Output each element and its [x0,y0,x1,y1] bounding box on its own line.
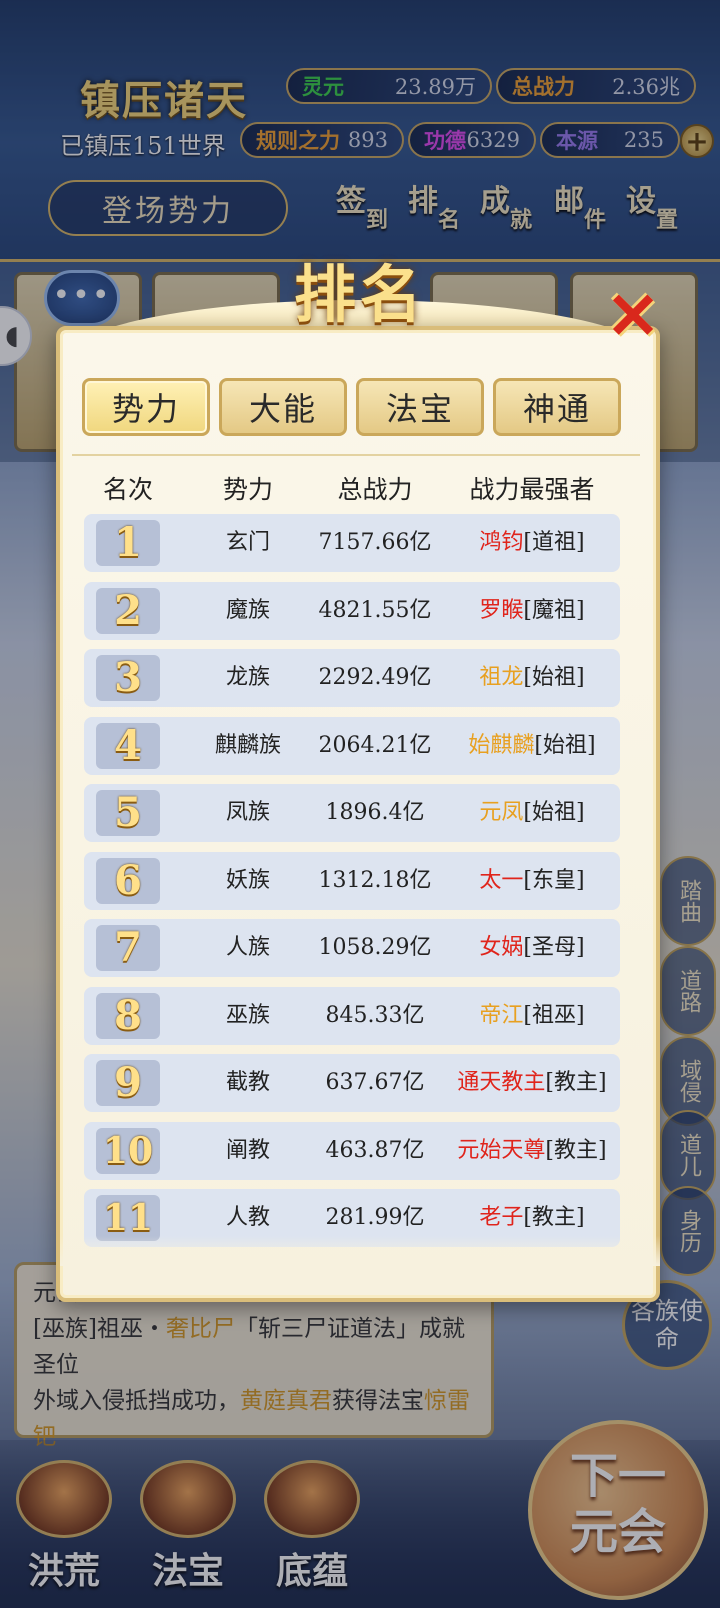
strongest-member: 帝江[祖巫] [444,987,620,1045]
faction-name: 龙族 [225,665,270,690]
rank-badge: 11 [96,1195,160,1241]
strongest-name: 女娲 [479,935,524,960]
ranking-row[interactable]: 1 玄门 7157.66亿 鸿钧[道祖] [84,514,620,572]
ranking-row[interactable]: 8 巫族 845.33亿 帝江[祖巫] [84,987,620,1045]
column-header-faction: 势力 [222,475,273,504]
strongest-title: [始祖] [523,800,585,825]
divider [72,454,640,456]
ranking-row[interactable]: 6 妖族 1312.18亿 太一[东皇] [84,852,620,910]
faction-name: 人族 [225,935,270,960]
strongest-name: 元始天尊 [457,1138,546,1163]
strongest-title: [东皇] [523,868,585,893]
rank-badge: 9 [96,1060,160,1106]
strongest-member: 通天教主[教主] [444,1054,620,1112]
total-power: 1058.29亿 [318,935,432,960]
strongest-title: [道祖] [523,530,585,555]
ranking-row[interactable]: 7 人族 1058.29亿 女娲[圣母] [84,919,620,977]
rank-badge: 10 [96,1128,160,1174]
rank-badge: 4 [96,723,160,769]
strongest-name: 始麒麟 [468,733,535,758]
strongest-member: 祖龙[始祖] [444,649,620,707]
faction-name: 妖族 [225,868,270,893]
faction-name: 魔族 [225,598,270,623]
rank-badge: 1 [96,520,160,566]
faction-name: 巫族 [225,1003,270,1028]
tab-divine-art[interactable]: 神通 [493,378,621,436]
total-power: 2292.49亿 [318,665,432,690]
faction-name: 玄门 [225,530,270,555]
rank-badge: 7 [96,925,160,971]
strongest-name: 罗睺 [479,598,524,623]
strongest-member: 元凤[始祖] [444,784,620,842]
strongest-member: 太一[东皇] [444,852,620,910]
rank-badge: 5 [96,790,160,836]
faction-name: 截教 [225,1070,270,1095]
total-power: 7157.66亿 [318,530,432,555]
faction-name: 麒麟族 [214,733,281,758]
ranking-row[interactable]: 3 龙族 2292.49亿 祖龙[始祖] [84,649,620,707]
strongest-member: 鸿钧[道祖] [444,514,620,572]
strongest-title: [圣母] [523,935,585,960]
strongest-member: 女娲[圣母] [444,919,620,977]
column-header-strongest: 战力最强者 [469,475,595,504]
strongest-title: [祖巫] [523,1003,585,1028]
rank-badge: 2 [96,588,160,634]
total-power: 4821.55亿 [318,598,432,623]
list-fade [60,1236,660,1266]
total-power: 1896.4亿 [325,800,425,825]
column-header-rank: 名次 [102,475,153,504]
rank-badge: 8 [96,993,160,1039]
ranking-row[interactable]: 2 魔族 4821.55亿 罗睺[魔祖] [84,582,620,640]
strongest-title: [始祖] [523,665,585,690]
strongest-name: 太一 [479,868,524,893]
strongest-name: 鸿钧 [479,530,524,555]
strongest-member: 元始天尊[教主] [444,1122,620,1180]
ranking-tabs: 势力 大能 法宝 神通 [82,378,622,438]
total-power: 845.33亿 [325,1003,425,1028]
close-x-icon[interactable]: ✕ [604,285,662,349]
strongest-name: 元凤 [479,800,524,825]
faction-name: 阐教 [225,1138,270,1163]
tab-faction[interactable]: 势力 [82,378,210,436]
total-power: 463.87亿 [325,1138,425,1163]
rank-badge: 3 [96,655,160,701]
ranking-row[interactable]: 5 凤族 1896.4亿 元凤[始祖] [84,784,620,842]
strongest-title: [始祖] [534,733,596,758]
strongest-title: [教主] [545,1138,607,1163]
strongest-title: [教主] [545,1070,607,1095]
strongest-member: 始麒麟[始祖] [444,717,620,775]
strongest-name: 帝江 [479,1003,524,1028]
ranking-row[interactable]: 4 麒麟族 2064.21亿 始麒麟[始祖] [84,717,620,775]
strongest-name: 老子 [479,1205,524,1230]
strongest-title: [魔祖] [523,598,585,623]
faction-name: 凤族 [225,800,270,825]
ranking-row[interactable]: 9 截教 637.67亿 通天教主[教主] [84,1054,620,1112]
strongest-name: 祖龙 [479,665,524,690]
total-power: 637.67亿 [325,1070,425,1095]
ranking-row[interactable]: 10 阐教 463.87亿 元始天尊[教主] [84,1122,620,1180]
strongest-title: [教主] [523,1205,585,1230]
column-header-power: 总战力 [337,475,413,504]
total-power: 2064.21亿 [318,733,432,758]
total-power: 1312.18亿 [318,868,432,893]
strongest-member: 罗睺[魔祖] [444,582,620,640]
strongest-name: 通天教主 [457,1070,546,1095]
tab-treasure[interactable]: 法宝 [356,378,484,436]
tab-great-power[interactable]: 大能 [219,378,347,436]
rank-badge: 6 [96,858,160,904]
